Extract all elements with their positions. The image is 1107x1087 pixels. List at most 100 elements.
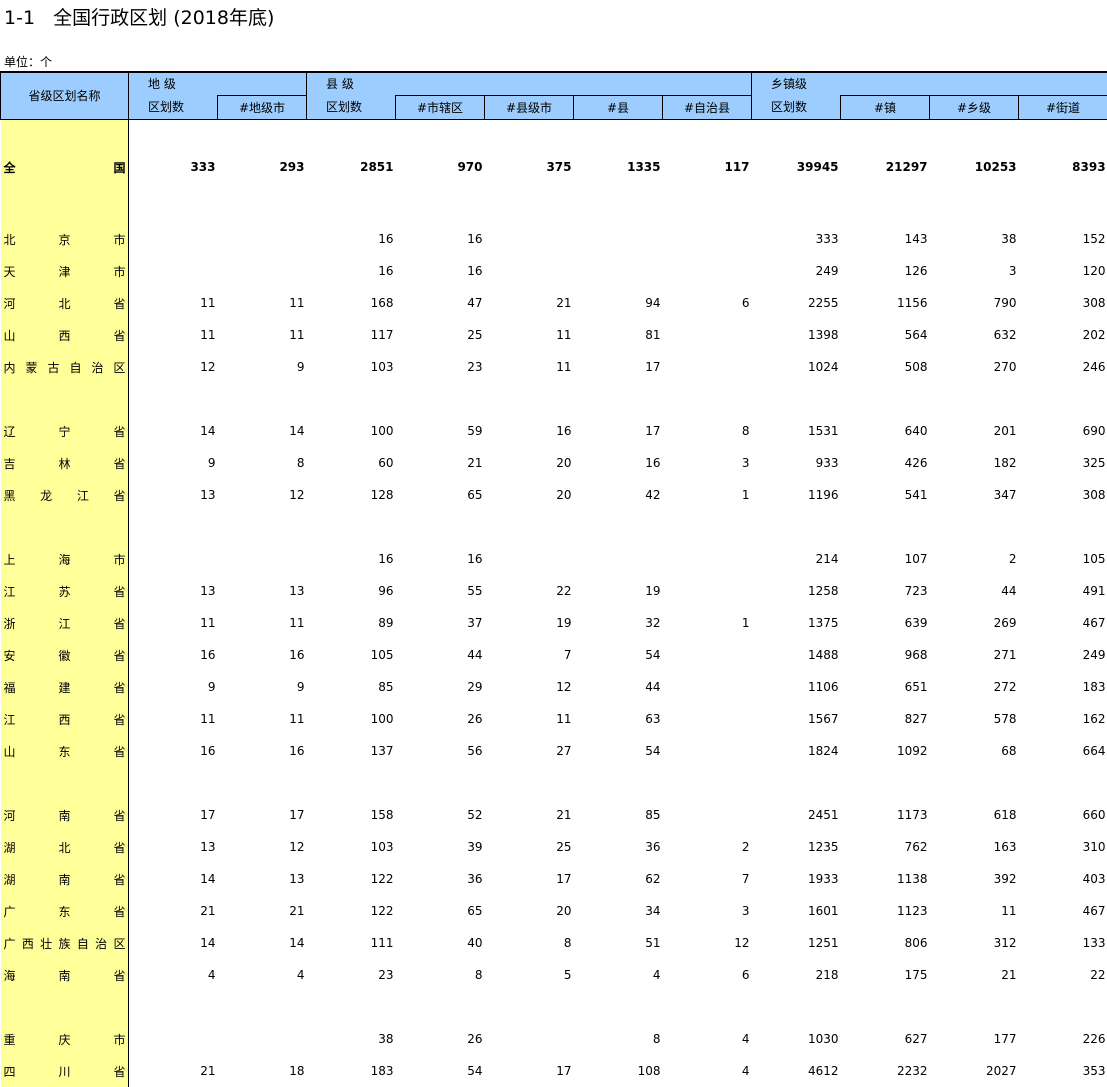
value-cell: 12 xyxy=(485,671,574,703)
value-cell: 40 xyxy=(396,927,485,959)
value-cell: 1933 xyxy=(752,863,841,895)
province-name-text: 重庆市 xyxy=(4,1031,126,1048)
province-name: 全国 xyxy=(1,143,129,191)
value-cell: 1375 xyxy=(752,607,841,639)
value-cell: 21297 xyxy=(841,143,930,191)
value-cell: 16 xyxy=(218,735,307,767)
value-cell xyxy=(129,255,218,287)
value-cell: 9 xyxy=(129,671,218,703)
value-cell: 183 xyxy=(307,1055,396,1087)
province-name-text: 江苏省 xyxy=(4,583,126,600)
province-name-text: 湖北省 xyxy=(4,839,126,856)
header-county-counties: #县 xyxy=(574,95,663,119)
table-row: 江西省11111002611631567827578162 xyxy=(1,703,1107,735)
empty-cell xyxy=(752,119,841,143)
province-name-text: 江西省 xyxy=(4,711,126,728)
value-cell: 47 xyxy=(396,287,485,319)
empty-cell xyxy=(218,119,307,143)
value-cell: 5 xyxy=(485,959,574,991)
spacer-row xyxy=(1,383,1107,415)
province-name: 山东省 xyxy=(1,735,129,767)
empty-cell xyxy=(841,511,930,543)
value-cell: 293 xyxy=(218,143,307,191)
province-name: 浙江省 xyxy=(1,607,129,639)
province-name-text: 全国 xyxy=(4,159,126,176)
empty-cell xyxy=(485,383,574,415)
value-cell: 403 xyxy=(1019,863,1107,895)
value-cell: 11 xyxy=(218,287,307,319)
table-body: 全国33329328519703751335117399452129710253… xyxy=(1,119,1107,1087)
empty-cell xyxy=(841,767,930,799)
value-cell: 618 xyxy=(930,799,1019,831)
value-cell: 8 xyxy=(485,927,574,959)
empty-cell xyxy=(129,767,218,799)
empty-cell xyxy=(841,191,930,223)
value-cell xyxy=(663,799,752,831)
value-cell: 226 xyxy=(1019,1023,1107,1055)
value-cell: 36 xyxy=(574,831,663,863)
empty-cell xyxy=(396,511,485,543)
value-cell: 308 xyxy=(1019,287,1107,319)
value-cell: 201 xyxy=(930,415,1019,447)
value-cell: 4 xyxy=(218,959,307,991)
province-name-text: 海南省 xyxy=(4,967,126,984)
value-cell: 20 xyxy=(485,479,574,511)
empty-cell xyxy=(485,991,574,1023)
table-row: 河南省171715852218524511173618660 xyxy=(1,799,1107,831)
value-cell: 16 xyxy=(218,639,307,671)
value-cell: 325 xyxy=(1019,447,1107,479)
value-cell: 12 xyxy=(129,351,218,383)
row-name-cell xyxy=(1,511,129,543)
value-cell: 38 xyxy=(930,223,1019,255)
value-cell: 16 xyxy=(396,255,485,287)
value-cell: 827 xyxy=(841,703,930,735)
value-cell: 68 xyxy=(930,735,1019,767)
table-row: 辽宁省141410059161781531640201690 xyxy=(1,415,1107,447)
empty-cell xyxy=(218,991,307,1023)
value-cell: 4 xyxy=(663,1055,752,1087)
value-cell: 25 xyxy=(396,319,485,351)
province-name-text: 辽宁省 xyxy=(4,423,126,440)
value-cell: 37 xyxy=(396,607,485,639)
empty-cell xyxy=(129,511,218,543)
spacer-row xyxy=(1,767,1107,799)
value-cell: 16 xyxy=(307,543,396,575)
province-name-text: 浙江省 xyxy=(4,615,126,632)
value-cell: 39945 xyxy=(752,143,841,191)
empty-cell xyxy=(307,511,396,543)
value-cell xyxy=(663,543,752,575)
province-name: 河南省 xyxy=(1,799,129,831)
value-cell: 426 xyxy=(841,447,930,479)
value-cell: 6 xyxy=(663,287,752,319)
table-row: 广西壮族自治区141411140851121251806312133 xyxy=(1,927,1107,959)
value-cell: 541 xyxy=(841,479,930,511)
empty-cell xyxy=(574,767,663,799)
value-cell xyxy=(574,543,663,575)
table-row: 海南省442385462181752122 xyxy=(1,959,1107,991)
value-cell: 968 xyxy=(841,639,930,671)
empty-cell xyxy=(574,511,663,543)
value-cell: 55 xyxy=(396,575,485,607)
value-cell: 18 xyxy=(218,1055,307,1087)
value-cell: 96 xyxy=(307,575,396,607)
value-cell: 1531 xyxy=(752,415,841,447)
value-cell: 94 xyxy=(574,287,663,319)
empty-cell xyxy=(663,119,752,143)
value-cell: 103 xyxy=(307,351,396,383)
value-cell: 1123 xyxy=(841,895,930,927)
unit-label: 单位：个 xyxy=(4,55,52,69)
value-cell: 312 xyxy=(930,927,1019,959)
value-cell: 25 xyxy=(485,831,574,863)
value-cell: 8 xyxy=(663,415,752,447)
empty-cell xyxy=(396,191,485,223)
value-cell: 627 xyxy=(841,1023,930,1055)
header-county-autonomous: #自治县 xyxy=(663,95,752,119)
province-name-text: 山东省 xyxy=(4,743,126,760)
value-cell: 11 xyxy=(218,319,307,351)
value-cell: 639 xyxy=(841,607,930,639)
row-name-cell xyxy=(1,119,129,143)
value-cell: 353 xyxy=(1019,1055,1107,1087)
empty-cell xyxy=(841,991,930,1023)
province-name: 广东省 xyxy=(1,895,129,927)
value-cell: 17 xyxy=(218,799,307,831)
